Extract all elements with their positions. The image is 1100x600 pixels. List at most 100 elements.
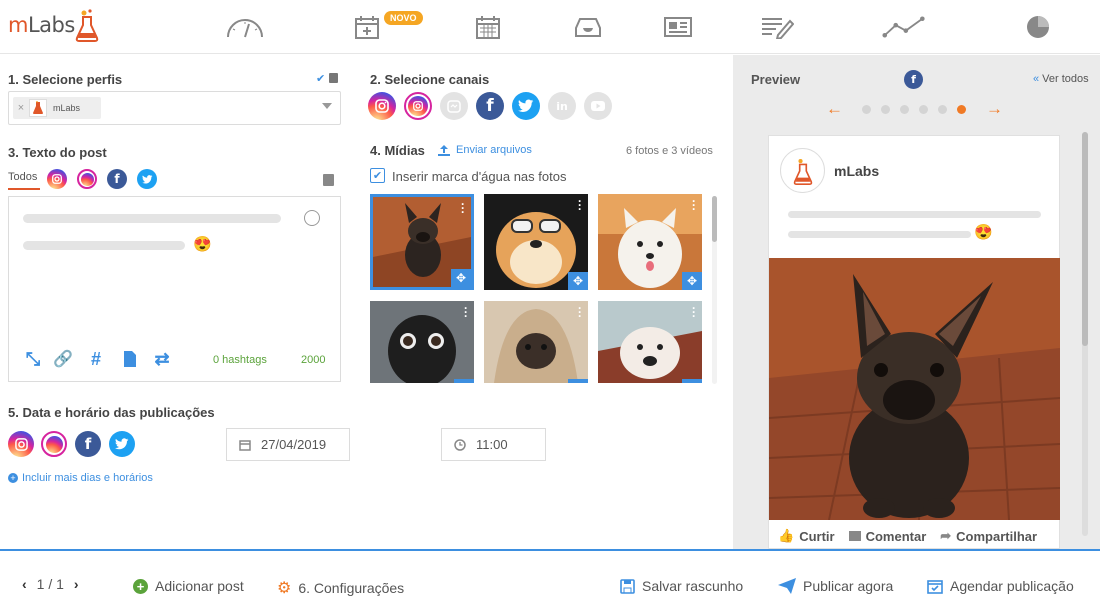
media-thumb[interactable]: · · · ✥ — [598, 194, 702, 290]
schedule-title: 5. Data e horário das publicações — [8, 405, 215, 420]
footer-bar: ‹ 1 / 1 › + Adicionar post ⚙ 6. Configur… — [0, 549, 1100, 600]
link-icon[interactable]: 🔗 — [53, 349, 73, 369]
next-arrow-icon[interactable]: → — [986, 99, 1003, 119]
settings-button[interactable]: ⚙ 6. Configurações — [277, 578, 404, 598]
media-thumb[interactable]: · · · ✥ — [484, 194, 588, 290]
carousel-dot[interactable] — [900, 105, 909, 114]
drag-move-icon[interactable]: ✥ — [682, 272, 702, 290]
instagram-stories-icon[interactable] — [404, 92, 432, 120]
calendar-add-icon[interactable] — [345, 10, 389, 44]
drag-move-icon[interactable] — [454, 379, 474, 383]
share-action[interactable]: ➦ Compartilhar — [940, 528, 1037, 544]
trash-icon[interactable] — [329, 73, 338, 83]
preview-text-line — [788, 211, 1041, 218]
media-scrollbar-thumb[interactable] — [712, 196, 717, 242]
comment-action[interactable]: Comentar — [848, 529, 926, 544]
profile-avatar — [29, 99, 47, 117]
twitter-icon[interactable] — [512, 92, 540, 120]
more-options-icon[interactable]: · · · — [578, 302, 582, 322]
schedule-instagram-stories-icon[interactable] — [41, 431, 67, 457]
linkedin-icon[interactable]: in — [548, 92, 576, 120]
top-navbar: mLabs NOVO — [0, 0, 1100, 54]
emoji-picker-icon[interactable] — [304, 210, 320, 226]
publish-now-button[interactable]: Publicar agora — [778, 578, 893, 594]
chevron-down-icon[interactable] — [322, 103, 332, 109]
profile-select[interactable]: × mLabs — [8, 91, 341, 125]
media-thumb[interactable]: · · · — [370, 301, 474, 383]
more-options-icon[interactable]: · · · — [692, 195, 696, 215]
drag-move-icon[interactable] — [568, 379, 588, 383]
schedule-facebook-icon[interactable]: f — [75, 431, 101, 457]
tab-twitter-icon[interactable] — [137, 169, 157, 189]
carousel-dot-active[interactable] — [957, 105, 966, 114]
retweet-icon[interactable]: ⇄ — [152, 349, 172, 369]
drag-move-icon[interactable] — [682, 379, 702, 383]
post-pager: ‹ 1 / 1 › — [22, 576, 79, 592]
preview-avatar — [780, 148, 825, 193]
line-chart-icon[interactable] — [882, 10, 926, 44]
document-icon[interactable] — [120, 349, 140, 369]
tab-all[interactable]: Todos — [8, 171, 37, 183]
report-edit-icon[interactable] — [755, 10, 799, 44]
upload-files-link[interactable]: Enviar arquivos — [438, 144, 532, 156]
chevron-right-icon[interactable]: › — [74, 576, 79, 592]
preview-post-card: mLabs 😍 👍 Curtir Comentar ➦ Compartilhar — [768, 135, 1060, 549]
clear-text-trash-icon[interactable] — [323, 174, 334, 186]
add-post-button[interactable]: + Adicionar post — [133, 578, 244, 594]
mlabs-logo[interactable]: mLabs — [8, 8, 99, 42]
like-action[interactable]: 👍 Curtir — [778, 528, 835, 544]
more-options-icon[interactable]: · · · — [464, 302, 468, 322]
add-circle-icon: + — [8, 473, 18, 483]
schedule-instagram-icon[interactable] — [8, 431, 34, 457]
post-text-editor[interactable]: 😍 ⤡ 🔗 # ⇄ 0 hashtags 2000 — [8, 196, 341, 382]
save-draft-button[interactable]: Salvar rascunho — [620, 578, 743, 594]
chevron-left-icon[interactable]: ‹ — [22, 576, 27, 592]
media-thumb[interactable]: · · · — [484, 301, 588, 383]
pie-chart-icon[interactable] — [1016, 10, 1060, 44]
watermark-checkbox[interactable]: ✔ — [370, 168, 385, 183]
more-options-icon[interactable]: · · · — [461, 198, 465, 218]
select-all-icon[interactable]: ✔ — [316, 72, 325, 85]
carousel-dot[interactable] — [919, 105, 928, 114]
schedule-publication-button[interactable]: Agendar publicação — [927, 578, 1074, 594]
thumbs-up-icon: 👍 — [778, 528, 795, 543]
calendar-grid-icon[interactable] — [466, 10, 510, 44]
carousel-dot[interactable] — [938, 105, 947, 114]
shrink-icon[interactable]: ⤡ — [23, 349, 43, 369]
time-input[interactable]: 11:00 — [441, 428, 546, 461]
inbox-tray-icon[interactable] — [566, 10, 610, 44]
add-more-dates-link[interactable]: + Incluir mais dias e horários — [8, 472, 153, 484]
tab-instagram-stories-icon[interactable] — [77, 169, 97, 189]
preview-facebook-icon[interactable]: f — [904, 70, 923, 89]
tab-instagram-icon[interactable] — [47, 169, 67, 189]
more-options-icon[interactable]: · · · — [692, 302, 696, 322]
facebook-icon[interactable]: f — [476, 92, 504, 120]
char-count: 2000 — [301, 354, 326, 366]
tab-facebook-icon[interactable]: f — [107, 169, 127, 189]
youtube-icon[interactable] — [584, 92, 612, 120]
calendar-check-icon — [927, 580, 943, 594]
media-thumb[interactable]: · · · ✥ — [370, 194, 474, 290]
drag-move-icon[interactable]: ✥ — [568, 272, 588, 290]
flask-icon — [75, 9, 99, 42]
schedule-twitter-icon[interactable] — [109, 431, 135, 457]
preview-scrollbar-thumb[interactable] — [1082, 132, 1088, 346]
carousel-dot[interactable] — [862, 105, 871, 114]
date-input[interactable]: 27/04/2019 — [226, 428, 350, 461]
instagram-tv-icon[interactable] — [440, 92, 468, 120]
more-options-icon[interactable]: · · · — [578, 195, 582, 215]
dashboard-gauge-icon[interactable] — [223, 10, 267, 44]
remove-chip-icon[interactable]: × — [13, 102, 29, 114]
carousel-dot[interactable] — [881, 105, 890, 114]
newspaper-icon[interactable] — [656, 10, 700, 44]
comment-icon — [848, 531, 861, 541]
see-all-link[interactable]: «Ver todos — [1033, 73, 1089, 85]
prev-arrow-icon[interactable]: ← — [826, 99, 843, 119]
clock-icon — [454, 438, 466, 451]
text-placeholder-line — [23, 241, 185, 250]
instagram-icon[interactable] — [368, 92, 396, 120]
hashtag-icon[interactable]: # — [86, 349, 106, 369]
drag-move-icon[interactable]: ✥ — [451, 269, 471, 287]
watermark-label: Inserir marca d'água nas fotos — [392, 169, 567, 184]
media-thumb[interactable]: · · · — [598, 301, 702, 383]
